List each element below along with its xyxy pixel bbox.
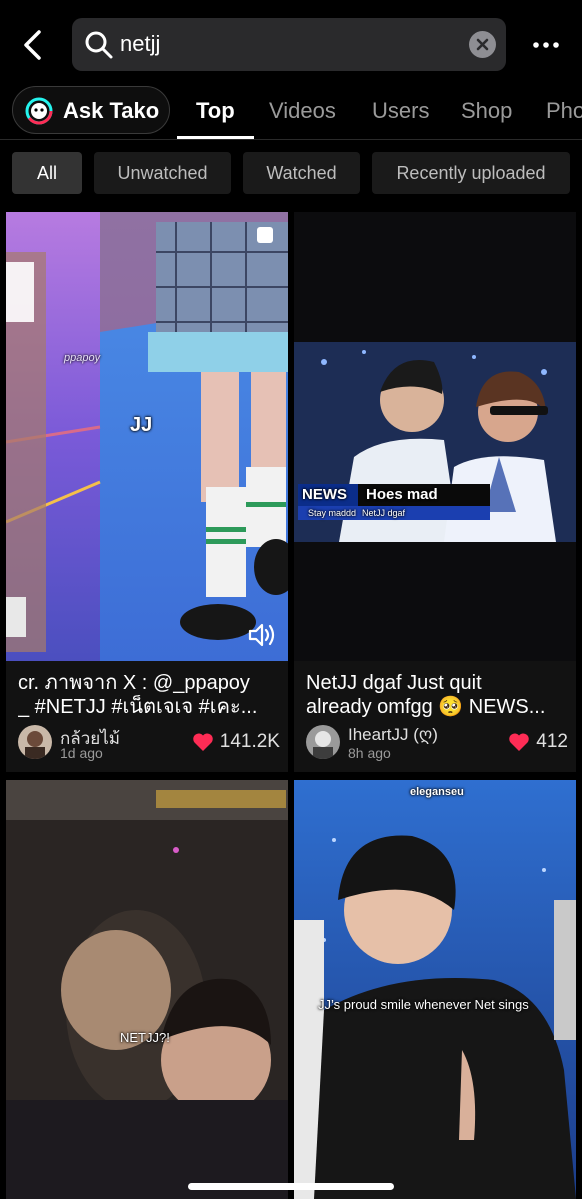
news-label: NEWS (302, 486, 347, 503)
video-card[interactable]: NETJJ?! (6, 780, 288, 1199)
news-sub-left: Stay maddd (308, 508, 357, 518)
home-indicator[interactable] (188, 1183, 394, 1190)
active-tab-indicator (177, 136, 254, 139)
filter-recently-uploaded[interactable]: Recently uploaded (372, 152, 570, 194)
more-options-icon[interactable] (532, 36, 560, 54)
news-banner: NEWS Hoes mad Stay maddd NetJJ dgaf (294, 484, 490, 522)
tab-top[interactable]: Top (196, 98, 235, 124)
clear-icon[interactable] (469, 31, 496, 58)
overlay-label: JJ (130, 414, 153, 436)
filter-all[interactable]: All (12, 152, 82, 194)
tab-bar: Ask Tako Top Videos Users Shop Photos (0, 82, 582, 140)
avatar[interactable] (306, 725, 340, 759)
news-sub-right: NetJJ dgaf (362, 508, 406, 518)
heart-icon (193, 733, 213, 751)
video-thumbnail[interactable]: NETJJ?! (6, 780, 288, 1199)
caption-line: _ #NETJJ #เน็ตเจเจ #เคะ... (18, 696, 258, 718)
overlay-label: NETJJ?! (120, 1030, 170, 1045)
sound-icon[interactable] (246, 620, 278, 650)
header (0, 0, 582, 80)
post-age: 8h ago (348, 745, 391, 761)
video-caption[interactable]: cr. ภาพจาก X : @_ppapoy _ #NETJJ #เน็ตเจ… (18, 671, 280, 719)
video-card[interactable]: JJ ppapoy cr. ภาพจาก X : @_ppapoy _ #NET… (6, 212, 288, 772)
news-headline: Hoes mad (366, 486, 438, 503)
thumbnail-image (6, 780, 288, 1199)
search-input[interactable] (120, 28, 460, 60)
author-row: กล้วยไม้ 1d ago 141.2K (18, 725, 280, 765)
thumbnail-image (294, 780, 576, 1199)
photo-mode-icon (257, 227, 273, 243)
video-thumbnail[interactable]: NEWS Hoes mad Stay maddd NetJJ dgaf (294, 212, 576, 661)
ask-tako-button[interactable]: Ask Tako (12, 86, 170, 134)
filter-watched[interactable]: Watched (243, 152, 360, 194)
tab-shop[interactable]: Shop (461, 98, 512, 124)
caption-line: cr. ภาพจาก X : @_ppapoy (18, 672, 250, 694)
likes-value: 412 (536, 731, 568, 752)
like-count: 412 (508, 731, 568, 753)
caption-line: NetJJ dgaf Just quit (306, 672, 482, 694)
video-thumbnail[interactable]: eleganseu JJ’s proud smile whenever Net … (294, 780, 576, 1199)
like-count: 141.2K (192, 731, 280, 753)
caption-line: already omfgg 🥺 NEWS... (306, 696, 546, 718)
username[interactable]: IheartJJ (ღ) (348, 725, 438, 745)
filter-chips: All Unwatched Watched Recently uploaded (0, 152, 582, 194)
ask-tako-label: Ask Tako (63, 98, 160, 123)
video-card[interactable]: NEWS Hoes mad Stay maddd NetJJ dgaf NetJ… (294, 212, 576, 772)
search-icon (85, 31, 113, 59)
back-arrow-icon[interactable] (16, 28, 50, 62)
card-info: cr. ภาพจาก X : @_ppapoy _ #NETJJ #เน็ตเจ… (6, 661, 288, 772)
watermark: eleganseu (410, 786, 464, 798)
likes-value: 141.2K (219, 731, 280, 752)
tab-users[interactable]: Users (372, 98, 429, 124)
video-caption[interactable]: NetJJ dgaf Just quit already omfgg 🥺 NEW… (306, 671, 568, 719)
tako-icon (25, 97, 53, 125)
avatar[interactable] (18, 725, 52, 759)
tab-videos[interactable]: Videos (269, 98, 336, 124)
heart-icon (509, 733, 530, 751)
watermark: ppapoy (64, 352, 101, 364)
thumbnail-image (294, 212, 576, 661)
post-age: 1d ago (60, 745, 103, 761)
video-thumbnail[interactable]: JJ ppapoy (6, 212, 288, 661)
card-info: NetJJ dgaf Just quit already omfgg 🥺 NEW… (294, 661, 576, 772)
tab-photos[interactable]: Photos (546, 98, 582, 124)
overlay-label: JJ’s proud smile whenever Net sings (318, 997, 529, 1012)
author-row: IheartJJ (ღ) 8h ago 412 (306, 725, 568, 765)
video-card[interactable]: eleganseu JJ’s proud smile whenever Net … (294, 780, 576, 1199)
search-bar[interactable] (72, 18, 506, 71)
filter-unwatched[interactable]: Unwatched (94, 152, 231, 194)
